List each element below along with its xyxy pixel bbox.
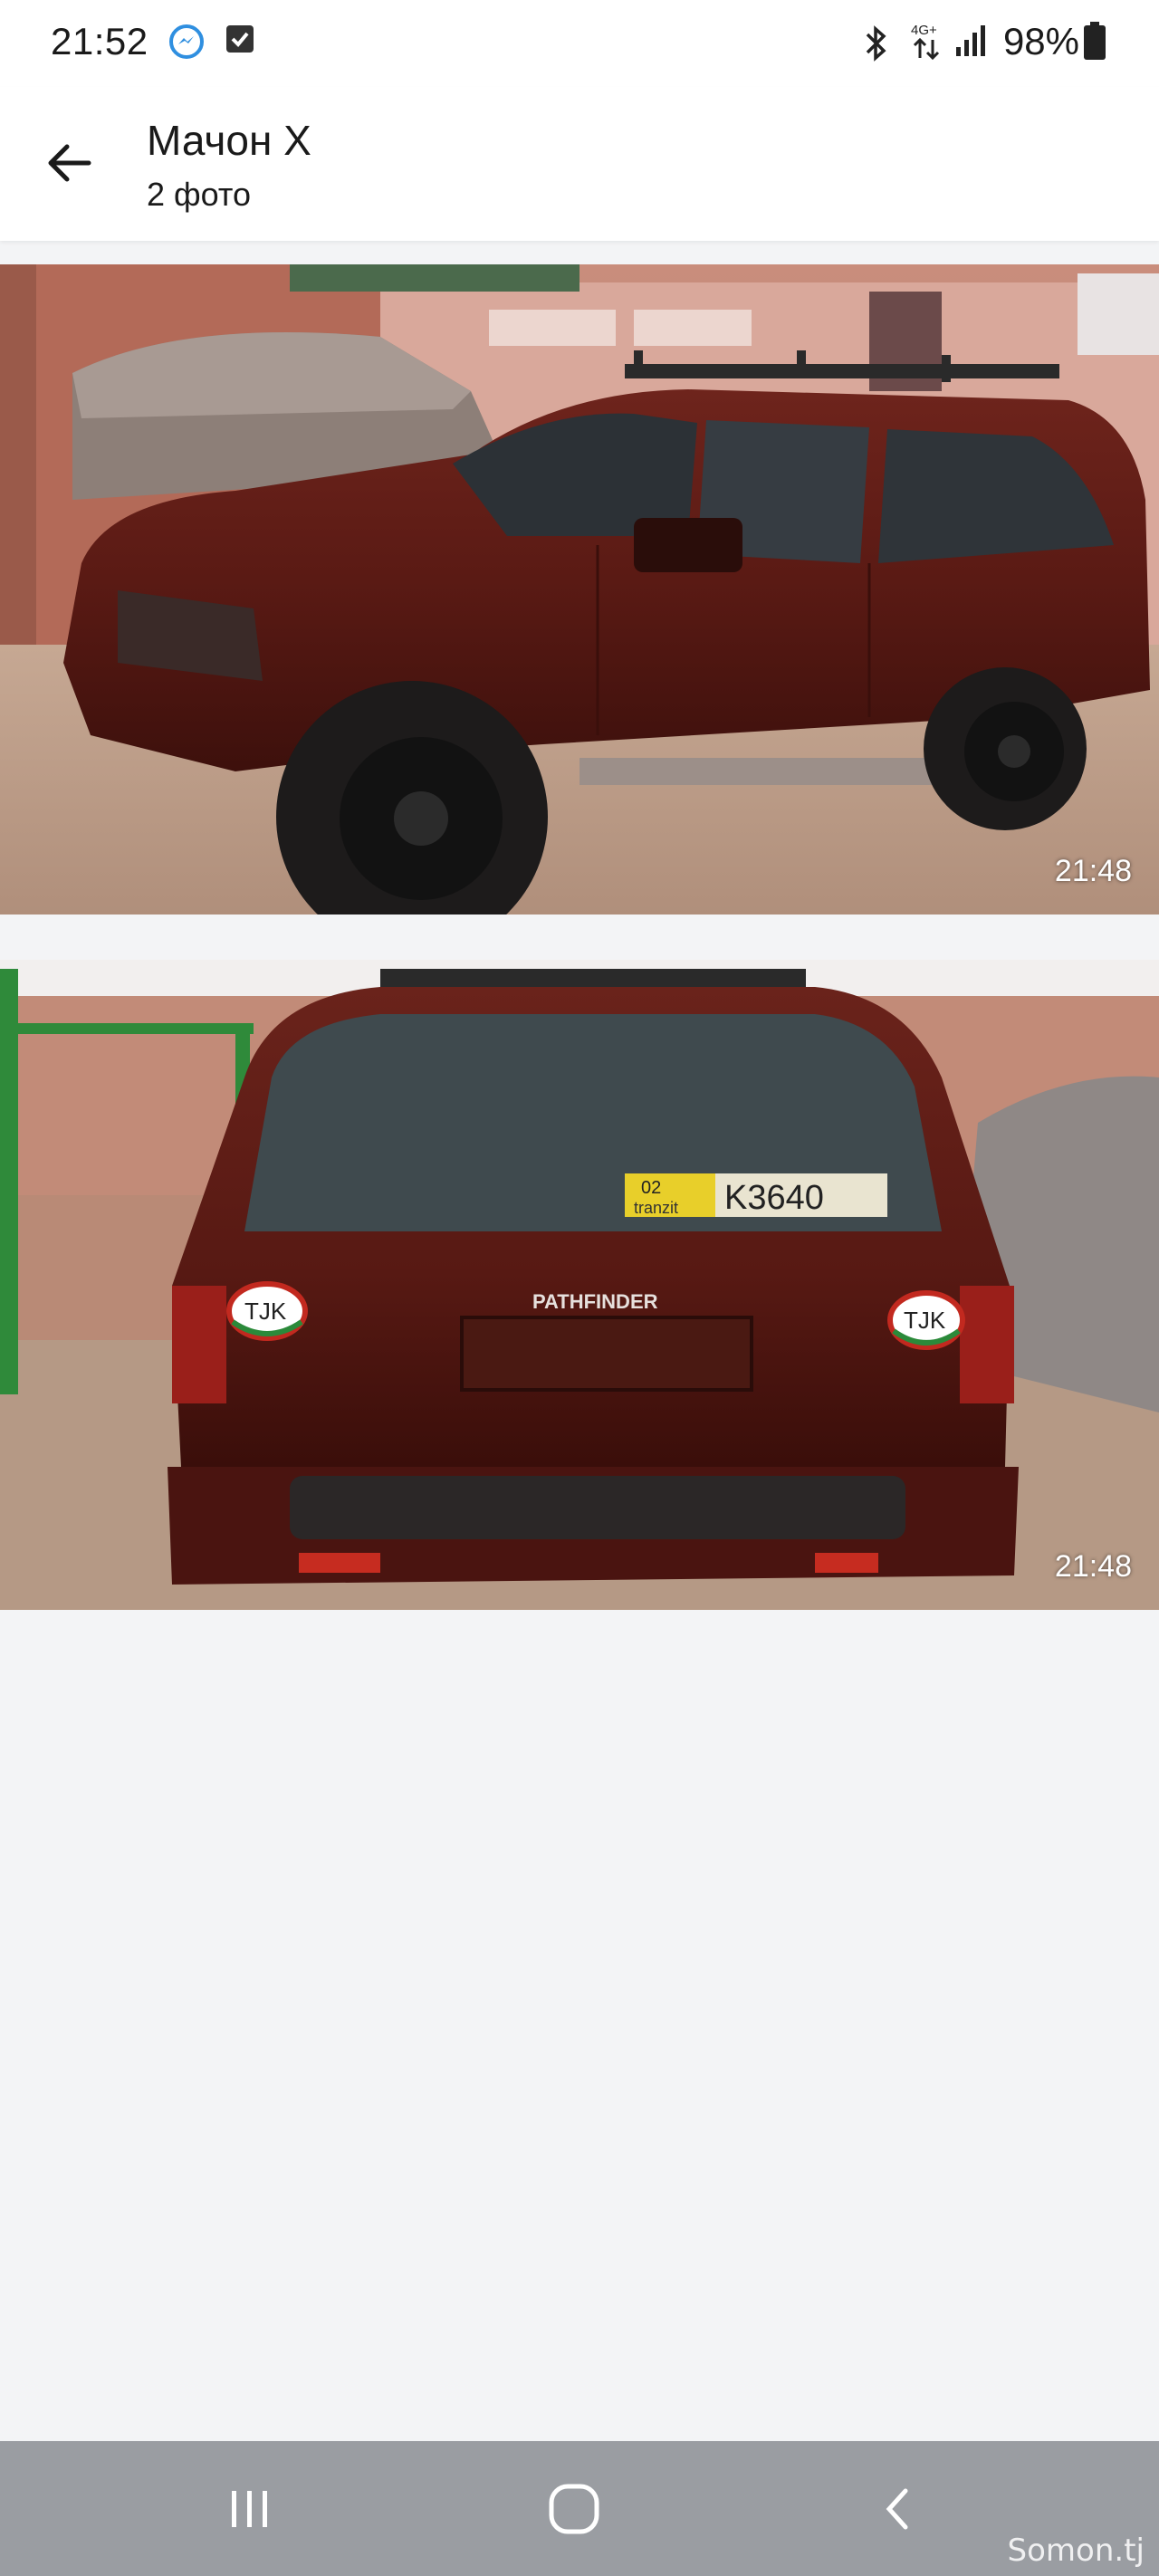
recent-apps-button[interactable]: [196, 2468, 304, 2550]
photo-timestamp: 21:48: [1054, 1549, 1132, 1584]
tjk-sticker-left: TJK: [244, 1298, 287, 1325]
plate-region: 02: [641, 1178, 661, 1198]
signal-icon: [954, 24, 987, 64]
recent-apps-icon: [232, 2491, 267, 2527]
status-time: 21:52: [51, 20, 148, 62]
photo-count: 2 фото: [147, 176, 251, 213]
car-rear-image: 02 tranzit K3640 TJK TJK PATHFINDER: [0, 960, 1159, 1610]
checkbox-notification-icon: [225, 24, 255, 59]
status-bar: 21:52 4G+ 98%: [0, 0, 1159, 87]
tjk-sticker-right: TJK: [904, 1307, 946, 1334]
system-nav-bar: Somon.tj: [0, 2441, 1159, 2576]
photo-timestamp: 21:48: [1054, 854, 1132, 888]
model-badge: PATHFINDER: [532, 1290, 658, 1313]
plate-tag: tranzit: [634, 1199, 678, 1217]
home-button[interactable]: [520, 2468, 628, 2550]
back-button[interactable]: [36, 130, 101, 196]
page-title: Мачон Х: [147, 117, 311, 164]
back-icon: [886, 2488, 908, 2530]
nav-back-button[interactable]: [844, 2468, 953, 2550]
plate-number: K3640: [724, 1179, 824, 1217]
photo-car-side[interactable]: 21:48: [0, 264, 1159, 915]
watermark: Somon.tj: [1007, 2533, 1145, 2569]
car-side-image: [0, 264, 1159, 915]
battery-percent: 98%: [1002, 20, 1079, 62]
data-arrows-icon: 4G+: [909, 20, 945, 68]
svg-text:4G+: 4G+: [911, 23, 937, 38]
home-icon: [549, 2484, 599, 2534]
bluetooth-icon: [860, 24, 893, 68]
arrow-left-icon: [48, 144, 91, 182]
messenger-icon: [168, 24, 205, 64]
photo-car-rear[interactable]: 02 tranzit K3640 TJK TJK PATHFINDER 21:4…: [0, 960, 1159, 1610]
app-header: Мачон Х 2 фото: [0, 87, 1159, 241]
battery-icon: [1083, 22, 1106, 66]
